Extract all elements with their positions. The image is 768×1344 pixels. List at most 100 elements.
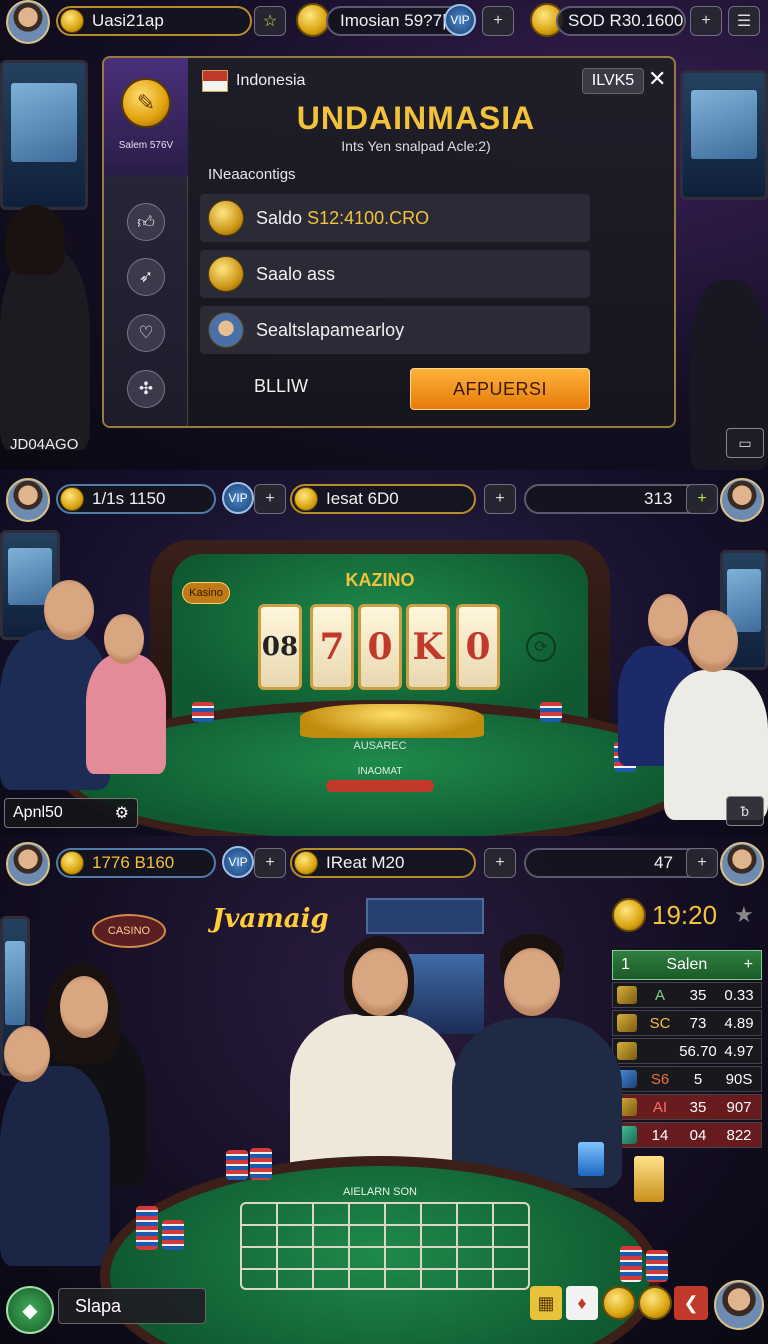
grid-icon[interactable]: ▦: [530, 1286, 562, 1320]
player-avatar[interactable]: [714, 1280, 764, 1330]
neon-sign-left: CASINO: [92, 914, 166, 948]
balance-pill[interactable]: 1/1s 1150: [56, 484, 216, 514]
cell: 73: [689, 1014, 707, 1032]
add-icon[interactable]: +: [744, 956, 753, 974]
tools-value: 313: [644, 489, 673, 508]
leaderboard-row[interactable]: A 35 0.33: [612, 982, 762, 1008]
left-input-field[interactable]: Apnl50 ⚙: [4, 798, 138, 828]
leaderboard-rank: 1: [621, 956, 630, 973]
saldo-value: S12:4100.CRO: [307, 207, 430, 228]
deposit-dialog: ✎ Salem 576V 👍︎ ➶ ♡ ✣ Indonesia ILVK5 ✕ …: [102, 56, 676, 428]
panel-deposit-dialog: Uasi21ap ☆ Imosian 59?7| VIP + SOD R30.1…: [0, 0, 768, 470]
vip-badge-icon[interactable]: VIP: [222, 482, 254, 514]
star-button[interactable]: ☆: [254, 6, 286, 36]
player-silhouette: [0, 250, 90, 450]
cell: 907: [726, 1098, 752, 1116]
coin-icon: [60, 851, 84, 875]
coin-icon[interactable]: [638, 1286, 672, 1320]
gear-icon[interactable]: ⚙: [115, 803, 129, 823]
bet-pill[interactable]: Iesat 6D0: [290, 484, 476, 514]
sod-pill[interactable]: SOD R30.1600: [556, 6, 686, 36]
chat-input[interactable]: Slapa: [58, 1288, 206, 1324]
leaderboard-row[interactable]: S6 5 90S: [612, 1066, 762, 1092]
add-button[interactable]: +: [254, 484, 286, 514]
player-head: [688, 610, 738, 672]
reel: K: [406, 604, 450, 690]
add-button[interactable]: +: [254, 848, 286, 878]
confirm-button[interactable]: AFPUERSI: [410, 368, 590, 410]
vip-badge-icon[interactable]: VIP: [444, 4, 476, 36]
leaderboard-row[interactable]: 14 04 822: [612, 1122, 762, 1148]
refresh-icon[interactable]: ⟳: [526, 632, 556, 662]
cell: 35: [689, 1098, 707, 1116]
neon-sign: Jvamaig: [212, 904, 329, 934]
bet-label: IReat M20: [326, 853, 405, 872]
account-row[interactable]: Sealtslapamearloy: [200, 306, 590, 354]
add-button[interactable]: +: [484, 848, 516, 878]
dialog-subtitle: Ints Yen snalpad Acle:2): [341, 138, 491, 154]
add-button[interactable]: +: [686, 484, 718, 514]
dealer-head: [352, 948, 408, 1016]
chip-stack: [226, 1150, 248, 1180]
window-icon[interactable]: ▭: [726, 428, 764, 458]
star-icon[interactable]: ★: [734, 902, 754, 928]
dollar-icon[interactable]: ᵬ: [726, 796, 764, 826]
betting-grid[interactable]: [240, 1202, 530, 1290]
coin-icon: [294, 851, 318, 875]
chip-stack: [540, 702, 562, 722]
wallet-coin-icon[interactable]: ✎: [121, 78, 171, 128]
cards-icon[interactable]: ♦: [566, 1286, 598, 1320]
add-button[interactable]: +: [690, 6, 722, 36]
cell: 4.97: [724, 1042, 754, 1060]
opponent-avatar[interactable]: [720, 478, 764, 522]
opponent-avatar[interactable]: [720, 842, 764, 886]
leaderboard-header: 1 Salen +: [612, 950, 762, 980]
vip-badge-icon[interactable]: VIP: [222, 846, 254, 878]
section-label: INeaacontigs: [208, 166, 296, 183]
add-button[interactable]: +: [686, 848, 718, 878]
add-button[interactable]: +: [484, 484, 516, 514]
saldo-assets-row[interactable]: Saalo ass: [200, 250, 590, 298]
thumbs-up-icon[interactable]: 👍︎: [127, 203, 165, 241]
chip-stack: [250, 1148, 272, 1180]
flag-icon: [202, 70, 228, 92]
close-icon[interactable]: ✕: [648, 66, 666, 92]
player-avatar[interactable]: [6, 478, 50, 522]
reel: 0: [456, 604, 500, 690]
reel: 7: [310, 604, 354, 690]
home-icon[interactable]: ◆: [6, 1286, 54, 1334]
chip-icon[interactable]: ✣: [127, 370, 165, 408]
cell: 90S: [725, 1070, 753, 1088]
heart-icon[interactable]: ♡: [127, 314, 165, 352]
drink-cup: [634, 1156, 664, 1202]
gold-pile: [300, 704, 484, 738]
cancel-button[interactable]: BLLIW: [254, 376, 308, 397]
saldo-row[interactable]: Saldo S12:4100.CRO: [200, 194, 590, 242]
reel: 0: [358, 604, 402, 690]
panel-live-table: CASINO Jvamaig 1776 B160 VIP + IReat M20…: [0, 836, 768, 1344]
table-sign: KAZINO: [345, 570, 415, 590]
row-label: Saalo ass: [256, 263, 336, 284]
rocket-icon[interactable]: ➶: [127, 258, 165, 296]
menu-button[interactable]: ☰: [728, 6, 760, 36]
leaderboard-row[interactable]: AI 35 907: [612, 1094, 762, 1120]
add-button[interactable]: +: [482, 6, 514, 36]
balance-pill[interactable]: 1776 B160: [56, 848, 216, 878]
leaderboard-row[interactable]: 56.70 4.97: [612, 1038, 762, 1064]
player-avatar[interactable]: [6, 842, 50, 886]
cell: 14: [651, 1126, 669, 1144]
leaderboard-row[interactable]: SC 73 4.89: [612, 1010, 762, 1036]
player-avatar[interactable]: [6, 0, 50, 44]
bet-pill[interactable]: IReat M20: [290, 848, 476, 878]
chip-stack: [620, 1246, 642, 1282]
cell: 56.70: [679, 1042, 717, 1060]
back-icon[interactable]: ❮: [674, 1286, 708, 1320]
cell: 0.33: [724, 986, 754, 1004]
felt-bet-slot: [326, 780, 434, 792]
coin-icon: [60, 487, 84, 511]
balance-pill[interactable]: Uasi21ap: [56, 6, 252, 36]
coin-icon: [60, 9, 84, 33]
coin-icon: [612, 898, 646, 932]
coin-icon[interactable]: [602, 1286, 636, 1320]
leaderboard: 1 Salen + A 35 0.33 SC 73 4.89 56.70 4.9…: [612, 950, 762, 1148]
